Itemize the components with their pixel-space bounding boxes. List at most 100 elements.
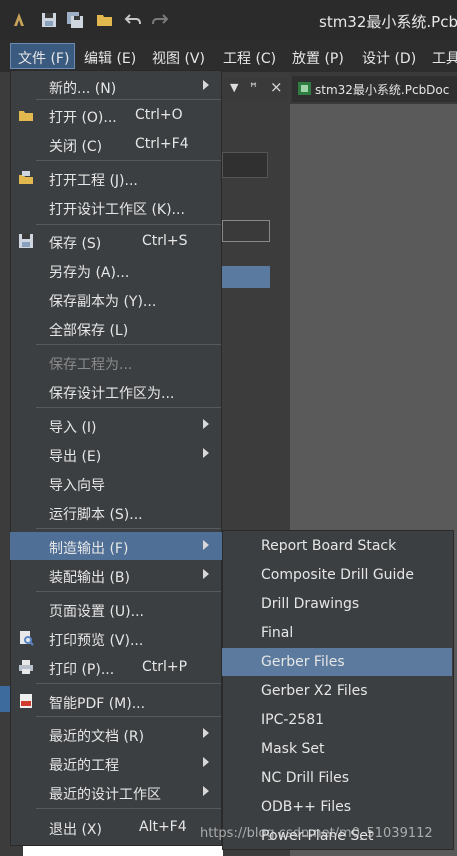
menu-item-label: 最近的文档 (R): [49, 729, 145, 745]
menu-item-save[interactable]: 保存 (S) Ctrl+S: [10, 227, 222, 255]
open-folder-icon: [19, 111, 33, 121]
menu-separator: [36, 683, 221, 684]
menu-item-recent-projects[interactable]: 最近的工程: [10, 749, 222, 777]
submenu-item-nc-drill-files[interactable]: NC Drill Files: [222, 764, 452, 792]
menu-item-label: 退出 (X): [49, 822, 102, 838]
menu-item-save-copy-as[interactable]: 保存副本为 (Y)...: [10, 285, 222, 313]
panel-selected-row[interactable]: [222, 266, 270, 288]
menu-item-open-project[interactable]: 打开工程 (J)...: [10, 164, 222, 192]
title-bar: stm32最小系统.PcbD: [0, 0, 457, 40]
submenu-item-odb-files[interactable]: ODB++ Files: [222, 793, 452, 821]
submenu-item-drill-drawings[interactable]: Drill Drawings: [222, 590, 452, 618]
window-title: stm32最小系统.PcbD: [319, 13, 457, 31]
menu-item-smart-pdf[interactable]: 智能PDF (M)...: [10, 687, 222, 715]
menu-item-label: 最近的工程: [49, 758, 119, 774]
submenu-item-ipc-2581[interactable]: IPC-2581: [222, 706, 452, 734]
open-project-icon: [19, 171, 33, 184]
close-icon[interactable]: ×: [270, 78, 283, 96]
menu-item-label: 保存副本为 (Y)...: [49, 294, 157, 310]
menu-item-close[interactable]: 关闭 (C) Ctrl+F4: [10, 130, 222, 158]
menu-separator: [36, 716, 221, 717]
menu-separator: [36, 99, 221, 100]
menu-item-label: 打印预览 (V)...: [49, 633, 144, 649]
submenu-item-label: Gerber Files: [261, 654, 345, 670]
submenu-item-label: Final: [261, 625, 294, 641]
submenu-arrow-icon: [203, 569, 209, 579]
menu-item-fabrication-outputs[interactable]: 制造输出 (F): [10, 532, 222, 560]
menu-item-page-setup[interactable]: 页面设置 (U)...: [10, 595, 222, 623]
redo-icon[interactable]: [151, 11, 169, 29]
menu-item-label: 全部保存 (L): [49, 323, 129, 339]
menu-item-label: 运行脚本 (S)...: [49, 507, 143, 523]
submenu-item-report-board-stack[interactable]: Report Board Stack: [222, 532, 452, 560]
menu-item-shortcut: Alt+F4: [139, 819, 187, 835]
save-icon[interactable]: [40, 11, 58, 29]
menu-view[interactable]: 视图 (V): [152, 48, 205, 68]
submenu-arrow-icon: [203, 540, 209, 550]
document-tab[interactable]: stm32最小系统.PcbDoc: [292, 76, 457, 102]
submenu-arrow-icon: [203, 448, 209, 458]
panel-header: ▼ ꟸ ×: [222, 78, 288, 100]
menu-item-label: 关闭 (C): [49, 139, 103, 155]
menu-item-label: 最近的设计工作区: [49, 787, 161, 803]
menu-item-import[interactable]: 导入 (I): [10, 411, 222, 439]
open-folder-icon[interactable]: [96, 11, 114, 29]
menu-design[interactable]: 设计 (D): [362, 48, 416, 68]
menu-item-import-wizard[interactable]: 导入向导: [10, 469, 222, 497]
menu-item-label: 导入 (I): [49, 420, 97, 436]
pdf-icon: [20, 694, 32, 708]
menu-item-label: 装配输出 (B): [49, 570, 130, 586]
submenu-arrow-icon: [203, 786, 209, 796]
menu-item-run-script[interactable]: 运行脚本 (S)...: [10, 498, 222, 526]
panel-search-field[interactable]: [222, 152, 268, 178]
menu-item-label: 另存为 (A)...: [49, 265, 130, 281]
menu-item-new[interactable]: 新的... (N): [10, 72, 222, 100]
panel-input-field[interactable]: [222, 220, 270, 242]
menu-file[interactable]: 文件 (F): [18, 48, 69, 68]
document-tab-label: stm32最小系统.PcbDoc: [315, 83, 450, 97]
menu-item-print-preview[interactable]: 打印预览 (V)...: [10, 624, 222, 652]
undo-icon[interactable]: [124, 11, 142, 29]
submenu-arrow-icon: [203, 728, 209, 738]
menu-item-save-workspace-as[interactable]: 保存设计工作区为...: [10, 377, 222, 405]
menu-separator: [36, 224, 221, 225]
menu-item-open[interactable]: 打开 (O)... Ctrl+O: [10, 101, 222, 129]
menu-item-export[interactable]: 导出 (E): [10, 440, 222, 468]
submenu-item-composite-drill-guide[interactable]: Composite Drill Guide: [222, 561, 452, 589]
menu-item-shortcut: Ctrl+P: [142, 659, 188, 675]
menu-separator: [36, 808, 221, 809]
menu-item-label: 制造输出 (F): [49, 541, 129, 557]
submenu-item-label: Composite Drill Guide: [261, 567, 414, 583]
submenu-item-final[interactable]: Final: [222, 619, 452, 647]
menu-item-label: 打开工程 (J)...: [49, 173, 138, 189]
submenu-item-gerber-x2-files[interactable]: Gerber X2 Files: [222, 677, 452, 705]
submenu-item-gerber-files[interactable]: Gerber Files: [222, 648, 452, 676]
submenu-item-label: Drill Drawings: [261, 596, 360, 612]
menu-separator: [36, 344, 221, 345]
menu-project[interactable]: 工程 (C): [223, 48, 276, 68]
app-logo-icon: [14, 13, 24, 26]
menu-item-assembly-outputs[interactable]: 装配输出 (B): [10, 561, 222, 589]
menu-item-save-as[interactable]: 另存为 (A)...: [10, 256, 222, 284]
menu-tools[interactable]: 工具: [432, 48, 457, 68]
submenu-item-label: IPC-2581: [261, 712, 325, 728]
menu-item-label: 新的... (N): [49, 81, 117, 97]
menu-place[interactable]: 放置 (P): [292, 48, 344, 68]
menu-item-recent-documents[interactable]: 最近的文档 (R): [10, 720, 222, 748]
submenu-arrow-icon: [203, 80, 209, 90]
menu-item-print[interactable]: 打印 (P)... Ctrl+P: [10, 653, 222, 681]
printer-icon: [19, 660, 33, 674]
menu-item-label: 导入向导: [49, 478, 105, 494]
save-all-icon[interactable]: [66, 11, 84, 29]
menu-item-open-workspace[interactable]: 打开设计工作区 (K)...: [10, 193, 222, 221]
menu-edit[interactable]: 编辑 (E): [84, 48, 136, 68]
menu-item-recent-workspaces[interactable]: 最近的设计工作区: [10, 778, 222, 806]
panel-dropdown-icon[interactable]: ▼: [230, 81, 238, 94]
menu-item-exit[interactable]: 退出 (X) Alt+F4: [10, 813, 222, 841]
menu-item-label: 保存工程为...: [49, 357, 133, 373]
submenu-item-mask-set[interactable]: Mask Set: [222, 735, 452, 763]
tree-selected-marker: [0, 686, 10, 712]
menu-item-save-all[interactable]: 全部保存 (L): [10, 314, 222, 342]
menu-item-label: 保存设计工作区为...: [49, 386, 175, 402]
pin-icon[interactable]: ꟸ: [250, 80, 257, 94]
